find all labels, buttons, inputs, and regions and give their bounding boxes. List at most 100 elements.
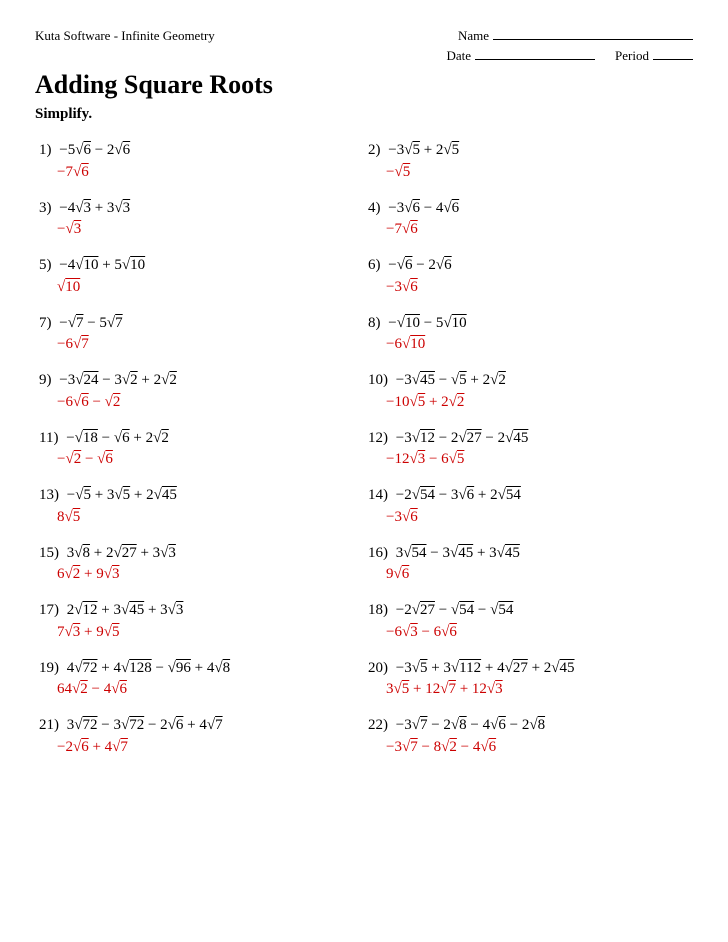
problem-expression: 16) 3√54 − 3√45 + 3√45 — [368, 542, 689, 565]
problem-item: 4) −3√6 − 4√6 −7√6 — [364, 191, 693, 249]
problems-grid: 1) −5√6 − 2√6 −7√6 2) −3√5 + 2√5 −√5 3) … — [35, 133, 693, 766]
problem-number: 5) — [39, 257, 52, 273]
problem-answer: −√3 — [57, 219, 360, 240]
problem-item: 14) −2√54 − 3√6 + 2√54 −3√6 — [364, 478, 693, 536]
expression-content: −√6 − 2√6 — [388, 257, 451, 273]
expression-content: −3√5 + 3√112 + 4√27 + 2√45 — [396, 660, 575, 676]
instruction: Simplify. — [35, 106, 693, 123]
problem-item: 12) −3√12 − 2√27 − 2√45 −12√3 − 6√5 — [364, 421, 693, 479]
problem-answer: 3√5 + 12√7 + 12√3 — [386, 679, 689, 700]
expression-content: −3√24 − 3√2 + 2√2 — [59, 372, 177, 388]
problem-number: 11) — [39, 430, 58, 446]
problem-expression: 8) −√10 − 5√10 — [368, 312, 689, 335]
problem-expression: 2) −3√5 + 2√5 — [368, 139, 689, 162]
name-field: Name — [458, 28, 693, 44]
problem-number: 14) — [368, 487, 388, 503]
problem-expression: 7) −√7 − 5√7 — [39, 312, 360, 335]
problem-answer: 8√5 — [57, 507, 360, 528]
problem-expression: 13) −√5 + 3√5 + 2√45 — [39, 484, 360, 507]
problem-number: 9) — [39, 372, 52, 388]
problem-item: 2) −3√5 + 2√5 −√5 — [364, 133, 693, 191]
expression-content: −√5 + 3√5 + 2√45 — [67, 487, 177, 503]
problem-number: 18) — [368, 602, 388, 618]
problem-number: 6) — [368, 257, 381, 273]
page-title: Adding Square Roots — [35, 70, 693, 100]
problem-number: 2) — [368, 142, 381, 158]
expression-content: −3√5 + 2√5 — [388, 142, 459, 158]
problem-answer: 6√2 + 9√3 — [57, 564, 360, 585]
problem-answer: −6√10 — [386, 334, 689, 355]
problem-expression: 17) 2√12 + 3√45 + 3√3 — [39, 599, 360, 622]
problem-expression: 9) −3√24 − 3√2 + 2√2 — [39, 369, 360, 392]
expression-content: −4√3 + 3√3 — [59, 200, 130, 216]
problem-answer: −√5 — [386, 162, 689, 183]
problem-answer: 7√3 + 9√5 — [57, 622, 360, 643]
expression-content: 2√12 + 3√45 + 3√3 — [67, 602, 184, 618]
problem-expression: 14) −2√54 − 3√6 + 2√54 — [368, 484, 689, 507]
problem-answer: −3√7 − 8√2 − 4√6 — [386, 737, 689, 758]
problem-item: 21) 3√72 − 3√72 − 2√6 + 4√7 −2√6 + 4√7 — [35, 708, 364, 766]
problem-expression: 19) 4√72 + 4√128 − √96 + 4√8 — [39, 657, 360, 680]
problem-answer: 9√6 — [386, 564, 689, 585]
problem-item: 19) 4√72 + 4√128 − √96 + 4√8 64√2 − 4√6 — [35, 651, 364, 709]
problem-expression: 3) −4√3 + 3√3 — [39, 197, 360, 220]
date-period: Date Period — [447, 48, 694, 64]
problem-expression: 4) −3√6 − 4√6 — [368, 197, 689, 220]
problem-number: 7) — [39, 315, 52, 331]
expression-content: −3√6 − 4√6 — [388, 200, 459, 216]
expression-content: 3√72 − 3√72 − 2√6 + 4√7 — [67, 717, 223, 733]
problem-item: 17) 2√12 + 3√45 + 3√3 7√3 + 9√5 — [35, 593, 364, 651]
expression-content: −3√12 − 2√27 − 2√45 — [396, 430, 529, 446]
problem-number: 1) — [39, 142, 52, 158]
problem-item: 1) −5√6 − 2√6 −7√6 — [35, 133, 364, 191]
date-field: Date — [447, 48, 596, 64]
expression-content: −3√45 − √5 + 2√2 — [396, 372, 506, 388]
problem-item: 15) 3√8 + 2√27 + 3√3 6√2 + 9√3 — [35, 536, 364, 594]
problem-number: 15) — [39, 545, 59, 561]
problem-item: 20) −3√5 + 3√112 + 4√27 + 2√45 3√5 + 12√… — [364, 651, 693, 709]
problem-answer: −3√6 — [386, 507, 689, 528]
expression-content: 4√72 + 4√128 − √96 + 4√8 — [67, 660, 230, 676]
problem-number: 20) — [368, 660, 388, 676]
problem-expression: 12) −3√12 − 2√27 − 2√45 — [368, 427, 689, 450]
problem-number: 13) — [39, 487, 59, 503]
problem-expression: 21) 3√72 − 3√72 − 2√6 + 4√7 — [39, 714, 360, 737]
problem-number: 10) — [368, 372, 388, 388]
problem-answer: −6√6 − √2 — [57, 392, 360, 413]
problem-answer: −2√6 + 4√7 — [57, 737, 360, 758]
problem-item: 18) −2√27 − √54 − √54 −6√3 − 6√6 — [364, 593, 693, 651]
problem-item: 10) −3√45 − √5 + 2√2 −10√5 + 2√2 — [364, 363, 693, 421]
problem-expression: 10) −3√45 − √5 + 2√2 — [368, 369, 689, 392]
problem-number: 21) — [39, 717, 59, 733]
problem-answer: −12√3 − 6√5 — [386, 449, 689, 470]
problem-expression: 18) −2√27 − √54 − √54 — [368, 599, 689, 622]
problem-expression: 11) −√18 − √6 + 2√2 — [39, 427, 360, 450]
problem-item: 11) −√18 − √6 + 2√2 −√2 − √6 — [35, 421, 364, 479]
expression-content: −3√7 − 2√8 − 4√6 − 2√8 — [396, 717, 545, 733]
header-top: Kuta Software - Infinite Geometry Name — [35, 28, 693, 44]
problem-item: 3) −4√3 + 3√3 −√3 — [35, 191, 364, 249]
problem-expression: 20) −3√5 + 3√112 + 4√27 + 2√45 — [368, 657, 689, 680]
expression-content: −√7 − 5√7 — [59, 315, 122, 331]
problem-item: 16) 3√54 − 3√45 + 3√45 9√6 — [364, 536, 693, 594]
problem-number: 3) — [39, 200, 52, 216]
problem-answer: −6√3 − 6√6 — [386, 622, 689, 643]
problem-item: 6) −√6 − 2√6 −3√6 — [364, 248, 693, 306]
problem-item: 7) −√7 − 5√7 −6√7 — [35, 306, 364, 364]
problem-item: 13) −√5 + 3√5 + 2√45 8√5 — [35, 478, 364, 536]
problem-item: 8) −√10 − 5√10 −6√10 — [364, 306, 693, 364]
problem-answer: √10 — [57, 277, 360, 298]
problem-expression: 5) −4√10 + 5√10 — [39, 254, 360, 277]
problem-answer: −3√6 — [386, 277, 689, 298]
expression-content: −√10 − 5√10 — [388, 315, 466, 331]
expression-content: −5√6 − 2√6 — [59, 142, 130, 158]
problem-expression: 6) −√6 − 2√6 — [368, 254, 689, 277]
problem-answer: −10√5 + 2√2 — [386, 392, 689, 413]
expression-content: 3√54 − 3√45 + 3√45 — [396, 545, 520, 561]
problem-answer: −6√7 — [57, 334, 360, 355]
problem-number: 16) — [368, 545, 388, 561]
problem-answer: −7√6 — [386, 219, 689, 240]
expression-content: −√18 − √6 + 2√2 — [66, 430, 169, 446]
problem-item: 5) −4√10 + 5√10 √10 — [35, 248, 364, 306]
problem-number: 4) — [368, 200, 381, 216]
